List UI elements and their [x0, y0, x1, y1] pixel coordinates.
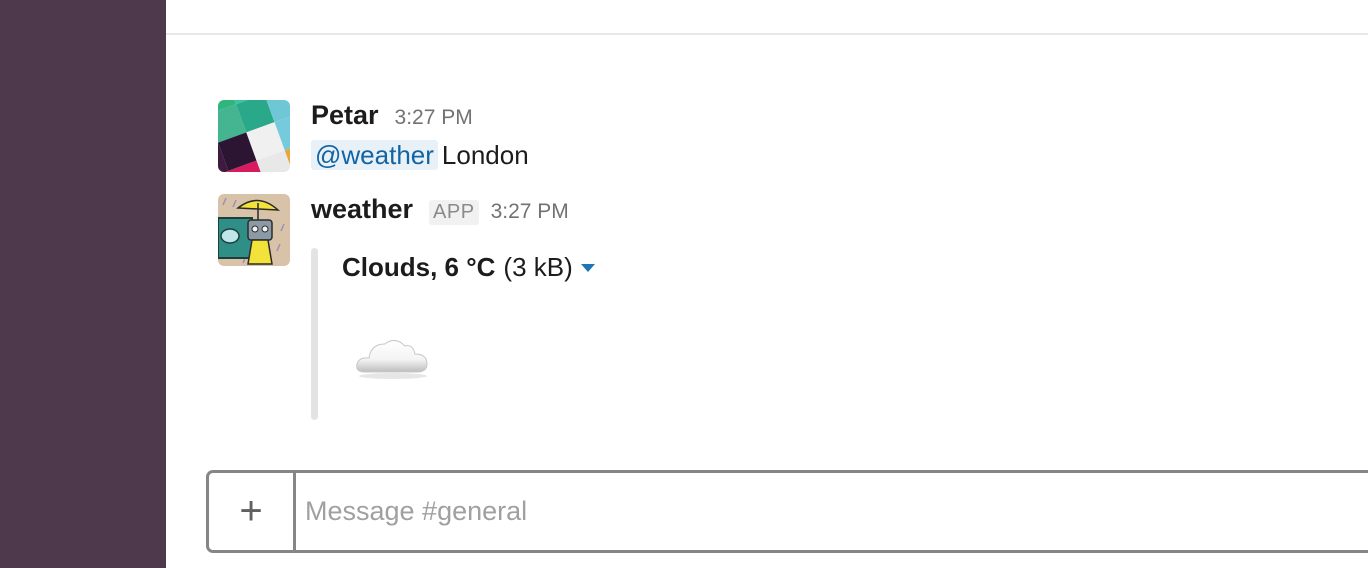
message-header: Petar 3:27 PM — [311, 100, 1311, 136]
sender-name[interactable]: weather — [311, 194, 413, 225]
message-body: Petar 3:27 PM @weather London — [311, 100, 1311, 171]
sender-name[interactable]: Petar — [311, 100, 379, 131]
file-title[interactable]: Clouds, 6 °C — [342, 252, 495, 283]
message-text: @weather London — [311, 140, 1311, 171]
attachment-border — [311, 248, 318, 420]
message-item: Petar 3:27 PM @weather London — [218, 100, 1318, 172]
message-header: weather APP 3:27 PM — [311, 194, 1311, 230]
message-composer: + — [206, 470, 1368, 553]
file-attachment: Clouds, 6 °C (3 kB) — [311, 248, 911, 420]
add-attachment-button[interactable]: + — [209, 473, 296, 550]
file-title-line: Clouds, 6 °C (3 kB) — [342, 252, 595, 283]
cloud-icon[interactable] — [355, 332, 431, 380]
message-timestamp[interactable]: 3:27 PM — [395, 106, 473, 130]
message-timestamp[interactable]: 3:27 PM — [491, 200, 569, 224]
app-badge: APP — [429, 200, 479, 225]
message-body: weather APP 3:27 PM Clouds, 6 °C (3 kB) — [311, 194, 1311, 420]
message-input[interactable] — [305, 473, 1368, 550]
chevron-down-icon[interactable] — [580, 264, 595, 272]
message-content: London — [441, 140, 529, 170]
weather-robot-umbrella-avatar[interactable] — [218, 194, 290, 266]
sidebar — [0, 0, 166, 568]
multicolor-grid-avatar[interactable] — [218, 100, 290, 172]
message-item: weather APP 3:27 PM Clouds, 6 °C (3 kB) — [218, 194, 1318, 424]
user-mention[interactable]: @weather — [311, 140, 438, 170]
channel-header — [166, 0, 1368, 35]
channel-view: Petar 3:27 PM @weather London weather AP… — [166, 0, 1368, 568]
file-size: (3 kB) — [503, 252, 573, 282]
